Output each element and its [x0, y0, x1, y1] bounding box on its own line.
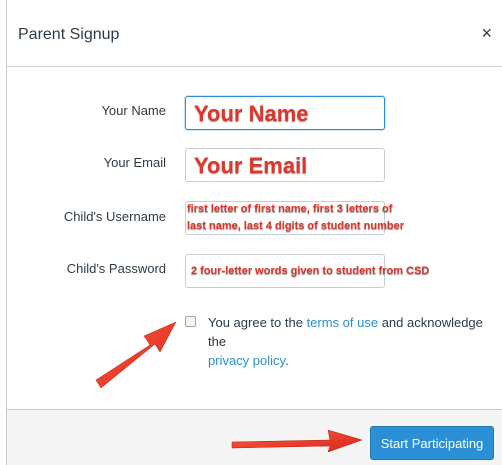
dialog-title: Parent Signup: [18, 26, 120, 43]
email-field[interactable]: Your Email: [185, 148, 385, 182]
username-annotation: first letter of first name, first 3 lett…: [187, 201, 404, 235]
username-annotation-line2: last name, last 4 digits of student numb…: [187, 220, 404, 232]
agreement-text: You agree to the terms of use and acknow…: [208, 313, 495, 370]
close-icon[interactable]: ×: [481, 24, 492, 42]
name-field[interactable]: Your Name: [185, 96, 385, 130]
dialog-header: Parent Signup ×: [7, 0, 502, 67]
agree-checkbox[interactable]: [185, 316, 196, 327]
email-label: Your Email: [103, 155, 166, 170]
agreement-row: You agree to the terms of use and acknow…: [185, 313, 495, 370]
username-annotation-line1: first letter of first name, first 3 lett…: [187, 203, 393, 215]
start-participating-button[interactable]: Start Participating: [370, 426, 494, 460]
parent-signup-dialog: Parent Signup × Your Name Your Name Your…: [6, 0, 502, 465]
password-label: Child's Password: [66, 261, 166, 276]
name-label: Your Name: [101, 103, 166, 118]
terms-of-use-link[interactable]: terms of use: [307, 315, 379, 330]
privacy-policy-link[interactable]: privacy policy: [208, 353, 285, 368]
email-annotation: Your Email: [194, 153, 308, 178]
dialog-footer: Start Participating: [7, 409, 502, 465]
name-annotation: Your Name: [194, 101, 309, 126]
username-label: Child's Username: [63, 209, 166, 224]
agreement-suffix: .: [285, 353, 289, 368]
agreement-prefix: You agree to the: [208, 315, 307, 330]
password-annotation: 2 four-letter words given to student fro…: [191, 265, 430, 277]
